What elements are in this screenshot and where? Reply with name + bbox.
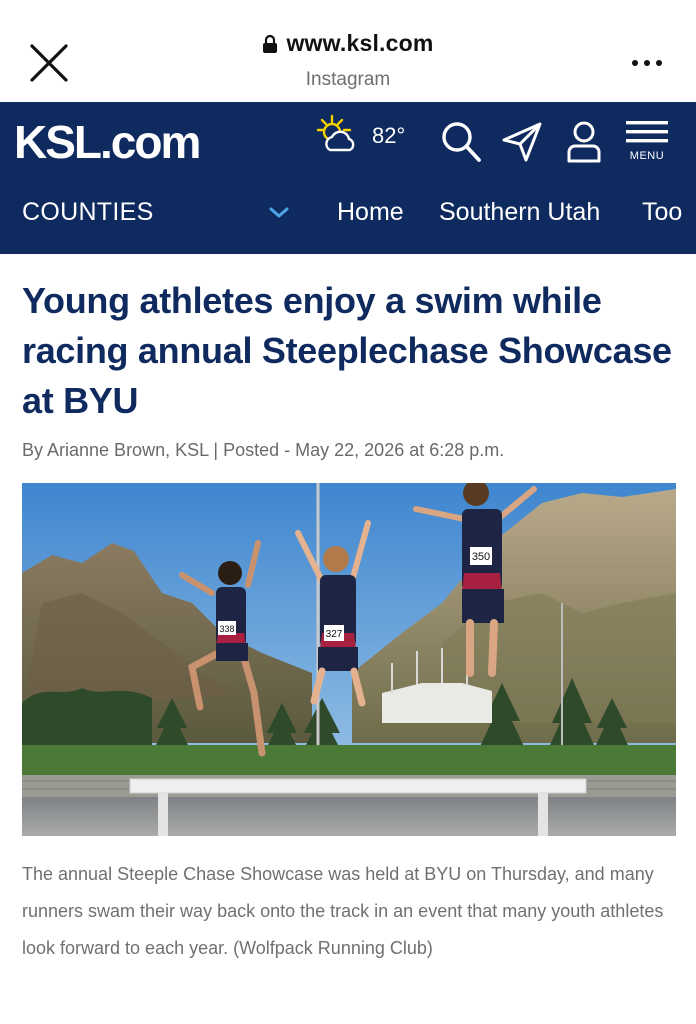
article-headline: Young athletes enjoy a swim while racing… xyxy=(22,280,672,421)
more-options-icon[interactable] xyxy=(630,58,664,68)
article-byline: By Arianne Brown, KSL | Posted - May 22,… xyxy=(22,440,505,460)
account-icon[interactable] xyxy=(566,120,602,164)
hamburger-icon xyxy=(626,121,668,143)
article-photo[interactable]: 338 327 350 xyxy=(22,483,676,836)
chevron-down-icon[interactable] xyxy=(268,206,290,220)
url-text: www.ksl.com xyxy=(286,30,434,56)
nav-item-southern-utah[interactable]: Southern Utah xyxy=(439,198,600,227)
source-app-label: Instagram xyxy=(305,68,391,90)
menu-label: MENU xyxy=(629,150,665,162)
search-icon[interactable] xyxy=(440,120,482,164)
bib-number-2: 327 xyxy=(326,629,343,640)
weather-widget[interactable]: 82° xyxy=(312,114,405,158)
temperature: 82° xyxy=(372,123,406,148)
lock-icon xyxy=(263,34,278,53)
bib-number-1: 338 xyxy=(219,624,234,634)
send-icon[interactable] xyxy=(500,120,544,164)
bib-number-3: 350 xyxy=(472,551,490,563)
section-nav: COUNTIES Home Southern Utah Too xyxy=(0,192,696,238)
photo-caption: The annual Steeple Chase Showcase was he… xyxy=(22,864,664,958)
counties-dropdown[interactable]: COUNTIES xyxy=(22,198,154,227)
partly-cloudy-icon xyxy=(316,114,355,152)
nav-item-home[interactable]: Home xyxy=(337,198,404,227)
site-header: KSL.com 82° MENU COUNTIES Home Southern … xyxy=(0,102,696,254)
menu-button[interactable]: MENU xyxy=(624,120,670,164)
browser-top-bar: www.ksl.com Instagram xyxy=(0,0,696,102)
ksl-logo[interactable]: KSL.com xyxy=(14,116,201,168)
address-area[interactable]: www.ksl.com Instagram xyxy=(0,30,696,91)
nav-item-truncated[interactable]: Too xyxy=(642,198,696,227)
steeplechase-photo-illustration: 338 327 350 xyxy=(22,483,676,836)
